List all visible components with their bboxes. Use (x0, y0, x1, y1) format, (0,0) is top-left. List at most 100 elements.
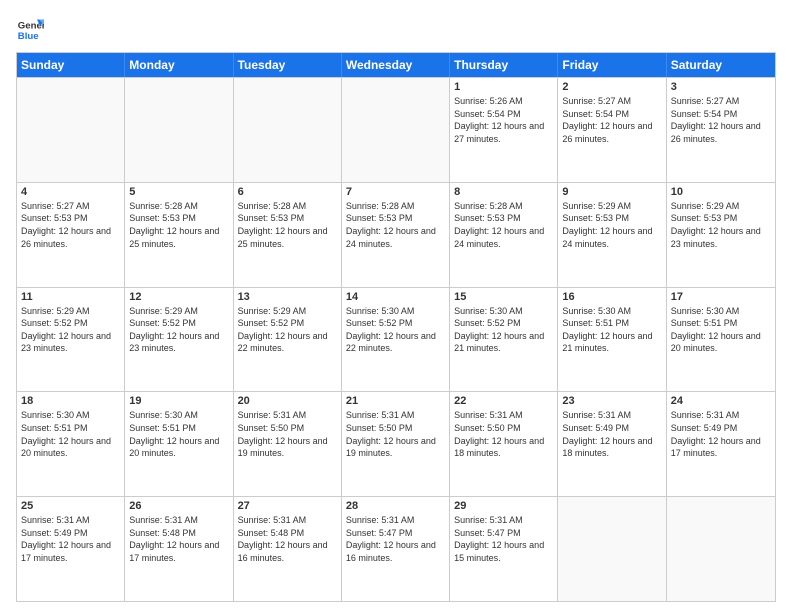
weekday-header-thursday: Thursday (450, 53, 558, 77)
calendar-empty-cell (667, 497, 775, 601)
calendar-day-10: 10 Sunrise: 5:29 AM Sunset: 5:53 PM Dayli… (667, 183, 775, 287)
day-number: 15 (454, 291, 553, 303)
weekday-header-monday: Monday (125, 53, 233, 77)
day-number: 8 (454, 186, 553, 198)
day-info: Sunrise: 5:30 AM Sunset: 5:52 PM Dayligh… (346, 305, 445, 355)
day-info: Sunrise: 5:30 AM Sunset: 5:51 PM Dayligh… (21, 409, 120, 459)
day-info: Sunrise: 5:28 AM Sunset: 5:53 PM Dayligh… (454, 200, 553, 250)
day-number: 12 (129, 291, 228, 303)
day-info: Sunrise: 5:27 AM Sunset: 5:53 PM Dayligh… (21, 200, 120, 250)
day-number: 18 (21, 395, 120, 407)
day-number: 19 (129, 395, 228, 407)
calendar-day-9: 9 Sunrise: 5:29 AM Sunset: 5:53 PM Daylig… (558, 183, 666, 287)
calendar-day-14: 14 Sunrise: 5:30 AM Sunset: 5:52 PM Dayli… (342, 288, 450, 392)
calendar-day-1: 1Sunrise: 5:26 AM Sunset: 5:54 PM Daylig… (450, 78, 558, 182)
weekday-header-saturday: Saturday (667, 53, 775, 77)
calendar-row-3: 11 Sunrise: 5:29 AM Sunset: 5:52 PM Dayli… (17, 287, 775, 392)
calendar-day-25: 25 Sunrise: 5:31 AM Sunset: 5:49 PM Dayli… (17, 497, 125, 601)
calendar-day-2: 2 Sunrise: 5:27 AM Sunset: 5:54 PM Daylig… (558, 78, 666, 182)
svg-text:Blue: Blue (18, 31, 39, 42)
day-number: 5 (129, 186, 228, 198)
day-info: Sunrise: 5:31 AM Sunset: 5:49 PM Dayligh… (562, 409, 661, 459)
day-info: Sunrise: 5:31 AM Sunset: 5:50 PM Dayligh… (346, 409, 445, 459)
weekday-header-wednesday: Wednesday (342, 53, 450, 77)
calendar-row-2: 4 Sunrise: 5:27 AM Sunset: 5:53 PM Daylig… (17, 182, 775, 287)
day-number: 16 (562, 291, 661, 303)
day-number: 20 (238, 395, 337, 407)
day-info: Sunrise: 5:31 AM Sunset: 5:47 PM Dayligh… (454, 514, 553, 564)
calendar-day-23: 23 Sunrise: 5:31 AM Sunset: 5:49 PM Dayli… (558, 392, 666, 496)
calendar-day-21: 21 Sunrise: 5:31 AM Sunset: 5:50 PM Dayli… (342, 392, 450, 496)
day-number: 21 (346, 395, 445, 407)
calendar-header: SundayMondayTuesdayWednesdayThursdayFrid… (17, 53, 775, 77)
calendar-day-15: 15 Sunrise: 5:30 AM Sunset: 5:52 PM Dayli… (450, 288, 558, 392)
day-number: 23 (562, 395, 661, 407)
day-number: 2 (562, 81, 661, 93)
calendar-row-1: 1Sunrise: 5:26 AM Sunset: 5:54 PM Daylig… (17, 77, 775, 182)
logo: General Blue (16, 16, 44, 44)
day-info: Sunrise: 5:29 AM Sunset: 5:52 PM Dayligh… (238, 305, 337, 355)
calendar-day-7: 7 Sunrise: 5:28 AM Sunset: 5:53 PM Daylig… (342, 183, 450, 287)
day-number: 7 (346, 186, 445, 198)
calendar: SundayMondayTuesdayWednesdayThursdayFrid… (16, 52, 776, 602)
day-info: Sunrise: 5:31 AM Sunset: 5:49 PM Dayligh… (21, 514, 120, 564)
calendar-day-19: 19 Sunrise: 5:30 AM Sunset: 5:51 PM Dayli… (125, 392, 233, 496)
day-info: Sunrise: 5:29 AM Sunset: 5:52 PM Dayligh… (21, 305, 120, 355)
day-info: Sunrise: 5:30 AM Sunset: 5:51 PM Dayligh… (129, 409, 228, 459)
calendar-day-5: 5 Sunrise: 5:28 AM Sunset: 5:53 PM Daylig… (125, 183, 233, 287)
calendar-empty-cell (234, 78, 342, 182)
calendar-day-8: 8 Sunrise: 5:28 AM Sunset: 5:53 PM Daylig… (450, 183, 558, 287)
calendar-body: 1Sunrise: 5:26 AM Sunset: 5:54 PM Daylig… (17, 77, 775, 601)
day-info: Sunrise: 5:27 AM Sunset: 5:54 PM Dayligh… (562, 95, 661, 145)
day-info: Sunrise: 5:28 AM Sunset: 5:53 PM Dayligh… (238, 200, 337, 250)
calendar-day-18: 18 Sunrise: 5:30 AM Sunset: 5:51 PM Dayli… (17, 392, 125, 496)
logo-icon: General Blue (16, 16, 44, 44)
day-number: 14 (346, 291, 445, 303)
day-info: Sunrise: 5:31 AM Sunset: 5:50 PM Dayligh… (238, 409, 337, 459)
day-info: Sunrise: 5:29 AM Sunset: 5:53 PM Dayligh… (562, 200, 661, 250)
calendar-day-4: 4 Sunrise: 5:27 AM Sunset: 5:53 PM Daylig… (17, 183, 125, 287)
day-number: 26 (129, 500, 228, 512)
calendar-day-3: 3 Sunrise: 5:27 AM Sunset: 5:54 PM Daylig… (667, 78, 775, 182)
day-number: 25 (21, 500, 120, 512)
day-info: Sunrise: 5:30 AM Sunset: 5:51 PM Dayligh… (562, 305, 661, 355)
calendar-empty-cell (125, 78, 233, 182)
calendar-day-17: 17 Sunrise: 5:30 AM Sunset: 5:51 PM Dayli… (667, 288, 775, 392)
weekday-header-tuesday: Tuesday (234, 53, 342, 77)
day-info: Sunrise: 5:31 AM Sunset: 5:50 PM Dayligh… (454, 409, 553, 459)
day-number: 28 (346, 500, 445, 512)
day-number: 22 (454, 395, 553, 407)
calendar-day-6: 6 Sunrise: 5:28 AM Sunset: 5:53 PM Daylig… (234, 183, 342, 287)
calendar-day-29: 29 Sunrise: 5:31 AM Sunset: 5:47 PM Dayli… (450, 497, 558, 601)
day-info: Sunrise: 5:30 AM Sunset: 5:52 PM Dayligh… (454, 305, 553, 355)
day-info: Sunrise: 5:31 AM Sunset: 5:48 PM Dayligh… (129, 514, 228, 564)
calendar-day-22: 22 Sunrise: 5:31 AM Sunset: 5:50 PM Dayli… (450, 392, 558, 496)
day-info: Sunrise: 5:26 AM Sunset: 5:54 PM Dayligh… (454, 95, 553, 145)
day-info: Sunrise: 5:28 AM Sunset: 5:53 PM Dayligh… (346, 200, 445, 250)
calendar-day-24: 24Sunrise: 5:31 AM Sunset: 5:49 PM Dayli… (667, 392, 775, 496)
calendar-row-5: 25 Sunrise: 5:31 AM Sunset: 5:49 PM Dayli… (17, 496, 775, 601)
calendar-day-26: 26 Sunrise: 5:31 AM Sunset: 5:48 PM Dayli… (125, 497, 233, 601)
day-number: 9 (562, 186, 661, 198)
day-info: Sunrise: 5:29 AM Sunset: 5:52 PM Dayligh… (129, 305, 228, 355)
day-number: 11 (21, 291, 120, 303)
day-info: Sunrise: 5:28 AM Sunset: 5:53 PM Dayligh… (129, 200, 228, 250)
day-info: Sunrise: 5:29 AM Sunset: 5:53 PM Dayligh… (671, 200, 771, 250)
calendar-empty-cell (342, 78, 450, 182)
weekday-header-sunday: Sunday (17, 53, 125, 77)
day-number: 27 (238, 500, 337, 512)
calendar-day-27: 27Sunrise: 5:31 AM Sunset: 5:48 PM Dayli… (234, 497, 342, 601)
day-number: 13 (238, 291, 337, 303)
calendar-day-13: 13 Sunrise: 5:29 AM Sunset: 5:52 PM Dayli… (234, 288, 342, 392)
day-number: 4 (21, 186, 120, 198)
calendar-day-20: 20 Sunrise: 5:31 AM Sunset: 5:50 PM Dayli… (234, 392, 342, 496)
day-info: Sunrise: 5:30 AM Sunset: 5:51 PM Dayligh… (671, 305, 771, 355)
day-number: 10 (671, 186, 771, 198)
day-number: 17 (671, 291, 771, 303)
day-number: 29 (454, 500, 553, 512)
day-info: Sunrise: 5:31 AM Sunset: 5:47 PM Dayligh… (346, 514, 445, 564)
day-number: 3 (671, 81, 771, 93)
day-info: Sunrise: 5:27 AM Sunset: 5:54 PM Dayligh… (671, 95, 771, 145)
day-number: 6 (238, 186, 337, 198)
calendar-empty-cell (17, 78, 125, 182)
